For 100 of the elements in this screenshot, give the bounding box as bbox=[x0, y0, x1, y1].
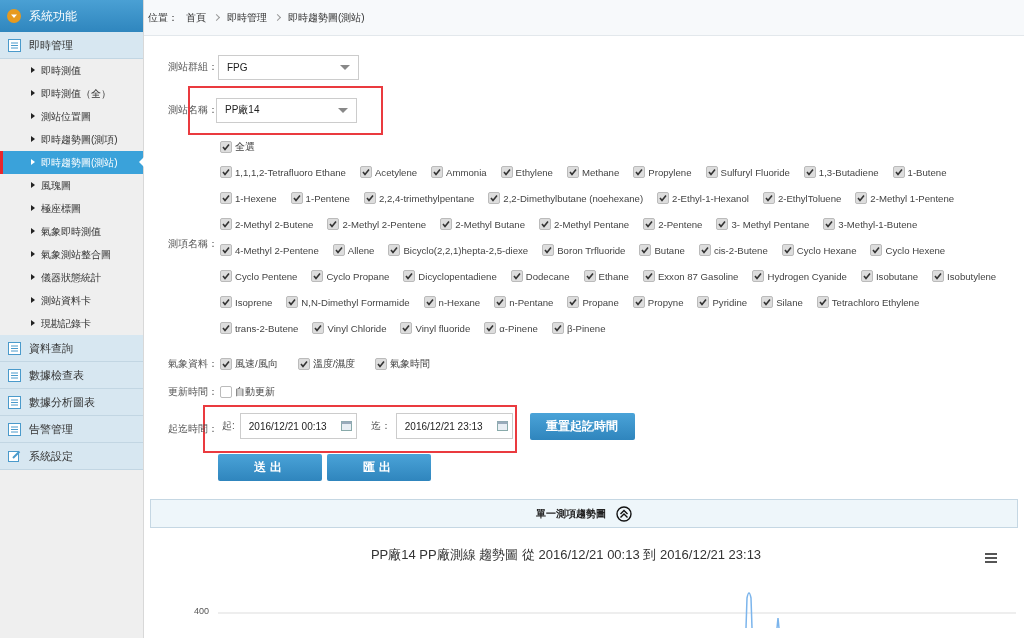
checkbox-item[interactable]: 溫度/濕度 bbox=[297, 357, 356, 371]
checkbox[interactable] bbox=[816, 296, 829, 308]
checkbox[interactable] bbox=[311, 270, 324, 282]
checkbox-item[interactable]: Tetrachloro Ethylene bbox=[816, 296, 920, 308]
checkbox-item[interactable]: 4-Methyl 2-Pentene bbox=[220, 244, 319, 256]
checkbox[interactable] bbox=[488, 192, 501, 204]
checkbox[interactable] bbox=[761, 296, 774, 308]
sidebar-section[interactable]: 數據檢查表 bbox=[0, 362, 143, 389]
checkbox-item[interactable]: 2-Methyl Butane bbox=[440, 218, 525, 230]
checkbox-item[interactable]: 1-Butene bbox=[892, 166, 947, 178]
checkbox-item[interactable]: Ethane bbox=[583, 270, 629, 282]
checkbox-item[interactable]: Propane bbox=[567, 296, 619, 308]
checkbox-item[interactable]: 2-Methyl 2-Pentene bbox=[327, 218, 427, 230]
checkbox-item[interactable]: n-Pentane bbox=[494, 296, 554, 308]
checkbox-item[interactable]: Ethylene bbox=[500, 166, 553, 178]
checkbox[interactable] bbox=[551, 322, 564, 334]
checkbox-item[interactable]: Ammonia bbox=[431, 166, 487, 178]
checkbox[interactable] bbox=[698, 244, 711, 256]
checkbox-item[interactable]: 2-Methyl 2-Butene bbox=[220, 218, 314, 230]
checkbox[interactable] bbox=[484, 322, 497, 334]
checkbox[interactable] bbox=[327, 218, 340, 230]
group-select[interactable]: FPG bbox=[218, 54, 359, 80]
checkbox-item[interactable]: cis-2-Butene bbox=[698, 244, 768, 256]
checkbox-item[interactable]: 風速/風向 bbox=[220, 357, 278, 371]
checkbox-item[interactable]: 3-Methyl-1-Butene bbox=[823, 218, 918, 230]
checkbox-item[interactable]: trans-2-Butene bbox=[220, 322, 299, 334]
collapse-icon[interactable] bbox=[616, 505, 632, 522]
checkbox[interactable] bbox=[423, 296, 436, 308]
breadcrumb-item[interactable]: 即時趨勢圖(測站) bbox=[288, 10, 365, 25]
checkbox-item[interactable]: 自動更新 bbox=[220, 385, 275, 399]
checkbox[interactable] bbox=[400, 322, 413, 334]
sidebar-item[interactable]: 氣象測站整合圖 bbox=[0, 243, 143, 266]
checkbox[interactable] bbox=[642, 270, 655, 282]
sidebar-item[interactable]: 測站位置圖 bbox=[0, 105, 143, 128]
checkbox[interactable] bbox=[633, 166, 646, 178]
breadcrumb-item[interactable]: 即時管理 bbox=[227, 10, 267, 25]
checkbox-item[interactable]: Acetylene bbox=[359, 166, 418, 178]
checkbox-item[interactable]: Silane bbox=[761, 296, 803, 308]
checkbox-item[interactable]: Isoprene bbox=[220, 296, 273, 308]
checkbox-item[interactable]: 1-Hexene bbox=[220, 192, 277, 204]
checkbox-item[interactable]: 2-Methyl Pentane bbox=[539, 218, 630, 230]
checkbox-item[interactable]: Bicyclo(2,2,1)hepta-2,5-diexe bbox=[388, 244, 529, 256]
checkbox[interactable] bbox=[632, 296, 645, 308]
checkbox-item[interactable]: 全選 bbox=[220, 140, 255, 154]
checkbox-item[interactable]: n-Hexane bbox=[423, 296, 481, 308]
checkbox[interactable] bbox=[220, 192, 232, 204]
checkbox[interactable] bbox=[431, 166, 444, 178]
checkbox-item[interactable]: Cyclo Propane bbox=[311, 270, 390, 282]
checkbox[interactable] bbox=[705, 166, 718, 178]
checkbox[interactable] bbox=[697, 296, 710, 308]
checkbox-item[interactable]: 2,2,4-trimethylpentane bbox=[363, 192, 475, 204]
checkbox-item[interactable]: 氣象時間 bbox=[375, 357, 431, 371]
menu-icon[interactable] bbox=[984, 552, 998, 564]
checkbox-item[interactable]: Pyridine bbox=[697, 296, 748, 308]
checkbox[interactable] bbox=[855, 192, 868, 204]
checkbox-item[interactable]: 3- Methyl Pentane bbox=[716, 218, 810, 230]
checkbox-item[interactable]: 1-Pentene bbox=[290, 192, 350, 204]
checkbox-item[interactable]: Vinyl Chloride bbox=[312, 322, 387, 334]
checkbox[interactable] bbox=[220, 358, 232, 370]
checkbox-item[interactable]: 2-Pentene bbox=[643, 218, 703, 230]
checkbox[interactable] bbox=[312, 322, 325, 334]
checkbox[interactable] bbox=[375, 358, 388, 370]
sidebar-section[interactable]: 即時管理 bbox=[0, 32, 143, 59]
breadcrumb-item[interactable]: 首頁 bbox=[186, 10, 206, 25]
checkbox-item[interactable]: Propylene bbox=[633, 166, 692, 178]
checkbox-item[interactable]: Exxon 87 Gasoline bbox=[642, 270, 739, 282]
checkbox-item[interactable]: Methane bbox=[566, 166, 620, 178]
checkbox[interactable] bbox=[716, 218, 729, 230]
checkbox-item[interactable]: α-Pinene bbox=[484, 322, 538, 334]
checkbox-item[interactable]: Dicyclopentadiene bbox=[403, 270, 497, 282]
checkbox[interactable] bbox=[657, 192, 670, 204]
sidebar-item[interactable]: 極座標圖 bbox=[0, 197, 143, 220]
checkbox-item[interactable]: Vinyl fluoride bbox=[400, 322, 471, 334]
checkbox[interactable] bbox=[494, 296, 507, 308]
station-select[interactable]: PP廠14 bbox=[216, 97, 357, 123]
checkbox[interactable] bbox=[870, 244, 883, 256]
checkbox[interactable] bbox=[803, 166, 816, 178]
end-date-field[interactable]: 2016/12/21 23:13 bbox=[395, 413, 513, 439]
checkbox[interactable] bbox=[643, 218, 656, 230]
checkbox[interactable] bbox=[363, 192, 376, 204]
checkbox[interactable] bbox=[297, 358, 310, 370]
checkbox-item[interactable]: 2-Methyl 1-Pentene bbox=[855, 192, 955, 204]
checkbox-item[interactable]: Allene bbox=[332, 244, 375, 256]
checkbox[interactable] bbox=[220, 166, 232, 178]
checkbox-item[interactable]: 1,3-Butadiene bbox=[803, 166, 879, 178]
checkbox-item[interactable]: Hydrogen Cyanide bbox=[752, 270, 847, 282]
checkbox[interactable] bbox=[539, 218, 551, 230]
checkbox-item[interactable]: Isobutane bbox=[860, 270, 919, 282]
checkbox[interactable] bbox=[542, 244, 555, 256]
checkbox[interactable] bbox=[752, 270, 765, 282]
checkbox[interactable] bbox=[932, 270, 945, 282]
checkbox[interactable] bbox=[639, 244, 652, 256]
checkbox[interactable] bbox=[290, 192, 303, 204]
sidebar-item[interactable]: 即時測值 bbox=[0, 59, 143, 82]
checkbox-item[interactable]: Butane bbox=[639, 244, 685, 256]
checkbox-item[interactable]: 2-Ethyl-1-Hexanol bbox=[657, 192, 749, 204]
checkbox[interactable] bbox=[892, 166, 905, 178]
checkbox-item[interactable]: 2,2-Dimethylbutane (noehexane) bbox=[488, 192, 644, 204]
checkbox[interactable] bbox=[566, 166, 579, 178]
sidebar-section[interactable]: 系統設定 bbox=[0, 443, 143, 470]
